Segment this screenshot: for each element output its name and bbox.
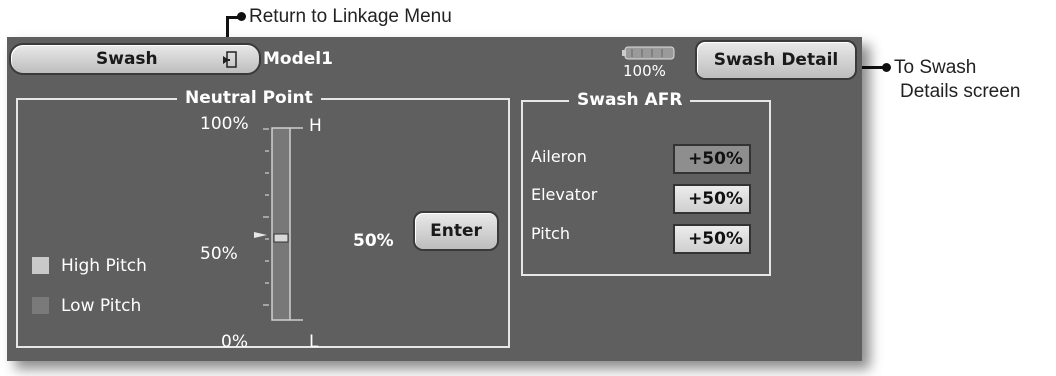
callout-return-text: Return to Linkage Menu [249, 6, 452, 27]
swash-detail-button[interactable]: Swash Detail [695, 40, 857, 80]
pitch-rate-value[interactable]: +50% [673, 224, 751, 254]
bullet-icon [882, 63, 891, 73]
enter-button[interactable]: Enter [413, 211, 499, 251]
scale-mid-label: 50% [200, 244, 238, 264]
scale-bottom-label: 0% [221, 332, 248, 352]
return-icon[interactable] [220, 50, 240, 70]
scale-low-label: L [309, 332, 319, 352]
bullet-icon [237, 12, 246, 22]
aileron-label: Aileron [531, 147, 587, 166]
scale-high-label: H [309, 116, 322, 136]
scale-top-label: 100% [200, 114, 249, 134]
aileron-rate-value[interactable]: +50% [673, 144, 751, 174]
neutral-point-value: 50% [353, 231, 394, 251]
callout-swash-details-2: Details screen [900, 81, 1021, 102]
low-pitch-label: Low Pitch [61, 296, 142, 316]
neutral-point-title: Neutral Point [177, 88, 321, 108]
callout-swash-details: To Swash [882, 57, 976, 79]
enter-button-label: Enter [430, 221, 482, 241]
low-pitch-swatch [32, 297, 49, 314]
callout-return-linkage: Return to Linkage Menu [237, 6, 452, 28]
transmitter-screen: Swash Model1 100% Swash Detail Neutral P… [7, 37, 862, 361]
swash-menu-label: Swash [96, 49, 158, 69]
high-pitch-swatch [32, 257, 49, 274]
model-name: Model1 [263, 49, 333, 69]
battery-percent: 100% [623, 62, 666, 80]
battery-icon [622, 45, 676, 60]
elevator-label: Elevator [531, 185, 598, 204]
swash-detail-label: Swash Detail [713, 50, 839, 70]
swash-afr-title: Swash AFR [569, 90, 691, 110]
neutral-point-slider[interactable] [261, 116, 321, 346]
callout-detail-line1: To Swash [894, 57, 977, 78]
high-pitch-label: High Pitch [61, 256, 147, 276]
neutral-marker-icon [254, 225, 268, 238]
elevator-rate-value[interactable]: +50% [673, 184, 751, 214]
pitch-label: Pitch [531, 224, 570, 243]
